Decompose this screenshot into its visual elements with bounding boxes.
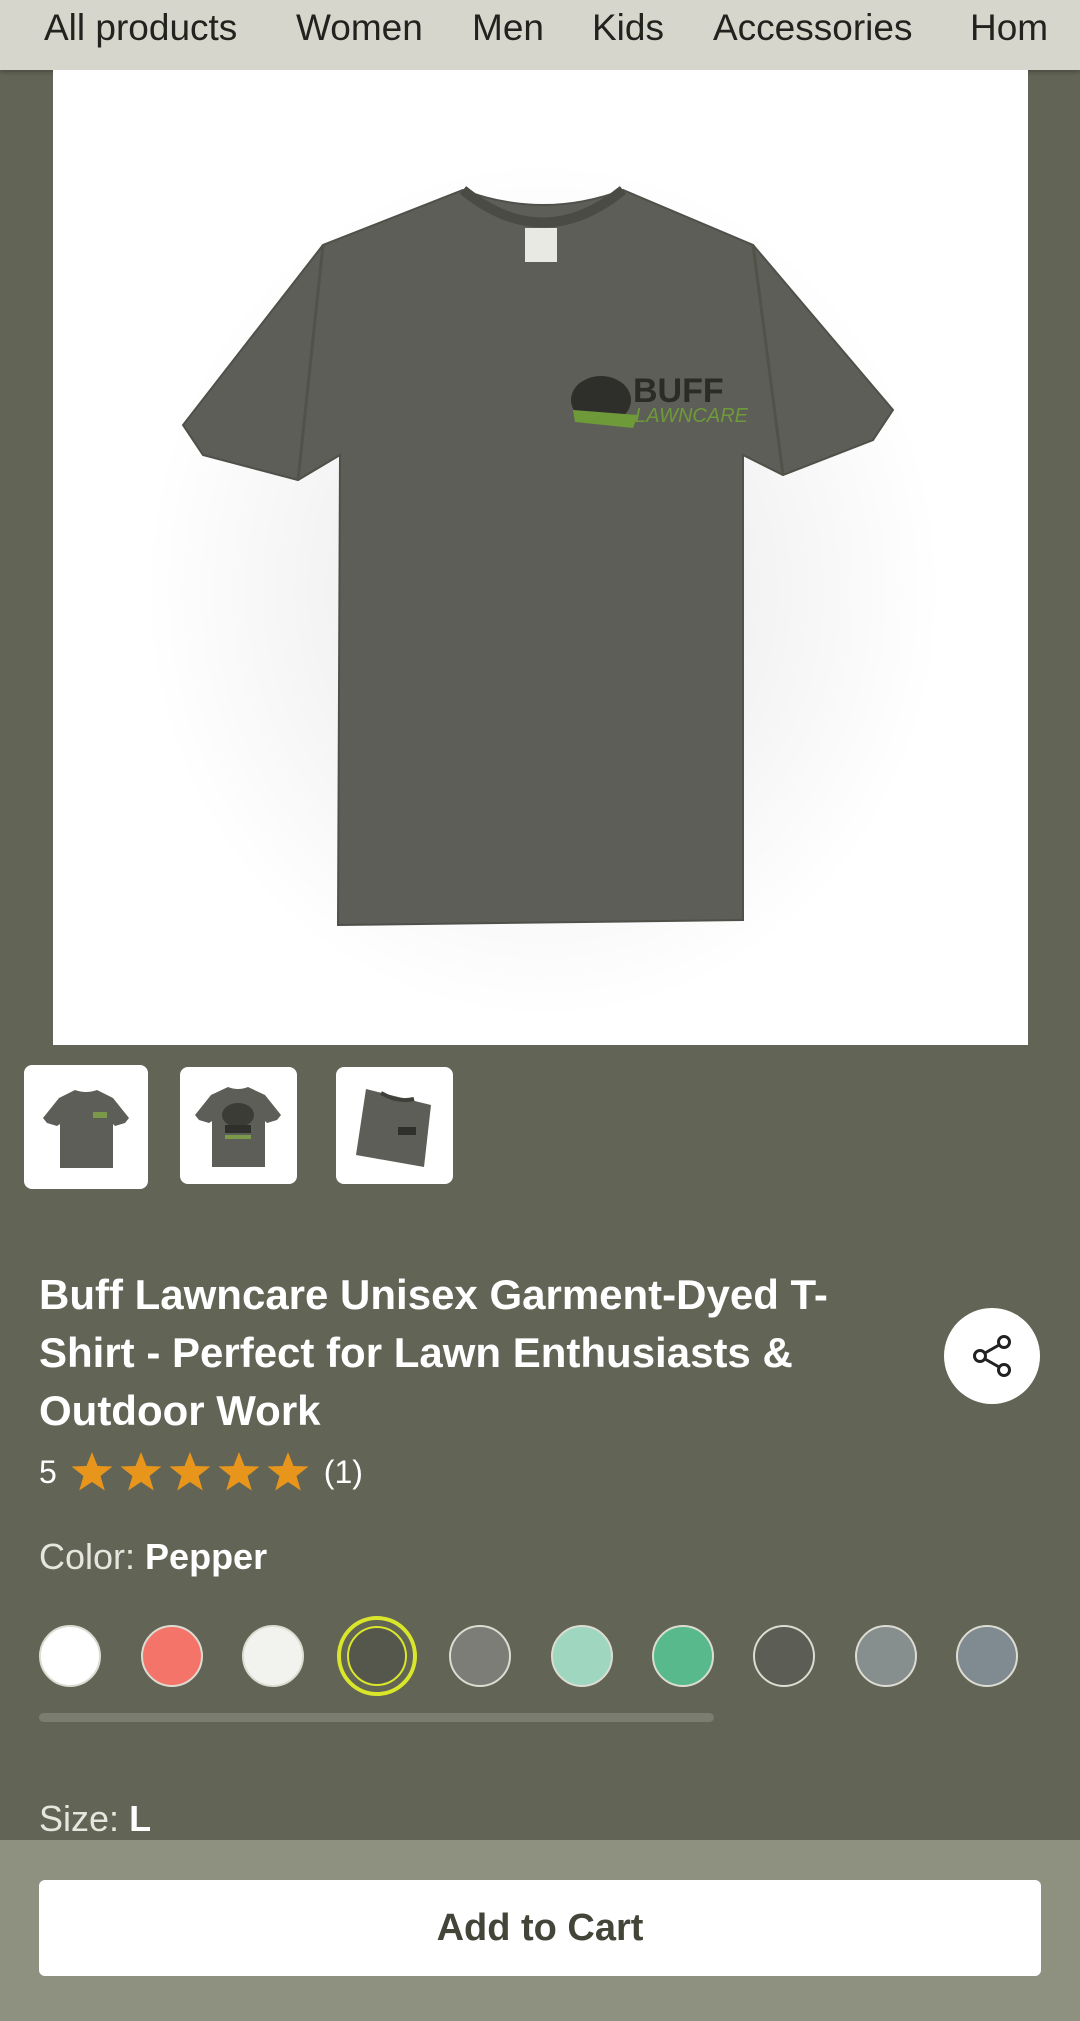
- size-selected-value: L: [129, 1798, 152, 1839]
- star-icon: [218, 1452, 260, 1491]
- product-main-image[interactable]: BUFF LAWNCARE: [53, 70, 1028, 1045]
- star-icon: [120, 1452, 162, 1491]
- color-swatch-fill: [347, 1626, 407, 1686]
- add-to-cart-button[interactable]: Add to Cart: [39, 1880, 1041, 1976]
- size-label-row: Size: L: [39, 1798, 151, 1840]
- review-count[interactable]: (1): [324, 1454, 363, 1491]
- share-button[interactable]: [944, 1308, 1040, 1404]
- color-swatch[interactable]: [652, 1625, 714, 1687]
- color-selected-value: Pepper: [145, 1536, 268, 1577]
- color-swatch[interactable]: [39, 1625, 101, 1687]
- rating-value: 5: [39, 1453, 57, 1490]
- thumbnail-folded[interactable]: [336, 1067, 453, 1184]
- size-label: Size:: [39, 1798, 120, 1839]
- rating-row[interactable]: 5 (1): [39, 1447, 363, 1497]
- nav-item-kids[interactable]: Kids: [592, 0, 664, 56]
- thumbnail-front[interactable]: [24, 1065, 148, 1189]
- color-swatch[interactable]: [242, 1625, 304, 1687]
- color-label: Color:: [39, 1536, 136, 1577]
- product-title: Buff Lawncare Unisex Garment-Dyed T-Shir…: [39, 1271, 828, 1434]
- thumbnail-back[interactable]: [180, 1067, 297, 1184]
- color-swatch[interactable]: [141, 1625, 203, 1687]
- nav-item-men[interactable]: Men: [472, 0, 544, 56]
- star-icon: [71, 1452, 113, 1491]
- share-icon: [973, 1335, 1011, 1377]
- star-icon: [169, 1452, 211, 1491]
- nav-item-all-products[interactable]: All products: [44, 0, 237, 56]
- color-swatch[interactable]: [337, 1616, 417, 1696]
- svg-text:LAWNCARE: LAWNCARE: [635, 405, 749, 427]
- nav-item-women[interactable]: Women: [296, 0, 423, 56]
- color-swatch[interactable]: [956, 1625, 1018, 1687]
- nav-item-home[interactable]: Hom: [970, 0, 1048, 56]
- swatch-scrollbar[interactable]: [39, 1713, 714, 1722]
- rating-stars: [69, 1449, 314, 1495]
- nav-item-accessories[interactable]: Accessories: [713, 0, 912, 56]
- category-nav: All products Women Men Kids Accessories …: [0, 0, 1080, 70]
- color-label-row: Color: Pepper: [39, 1536, 267, 1578]
- thumbnail-front-image: [43, 1090, 129, 1168]
- thumbnail-back-image: [195, 1087, 281, 1167]
- shirt-logo: BUFF LAWNCARE: [571, 372, 749, 428]
- tshirt-front-image: BUFF LAWNCARE: [143, 160, 943, 1020]
- color-swatch[interactable]: [551, 1625, 613, 1687]
- color-swatch[interactable]: [753, 1625, 815, 1687]
- thumbnail-folded-image: [356, 1089, 431, 1167]
- color-swatch[interactable]: [855, 1625, 917, 1687]
- color-swatch[interactable]: [449, 1625, 511, 1687]
- star-icon: [267, 1452, 309, 1491]
